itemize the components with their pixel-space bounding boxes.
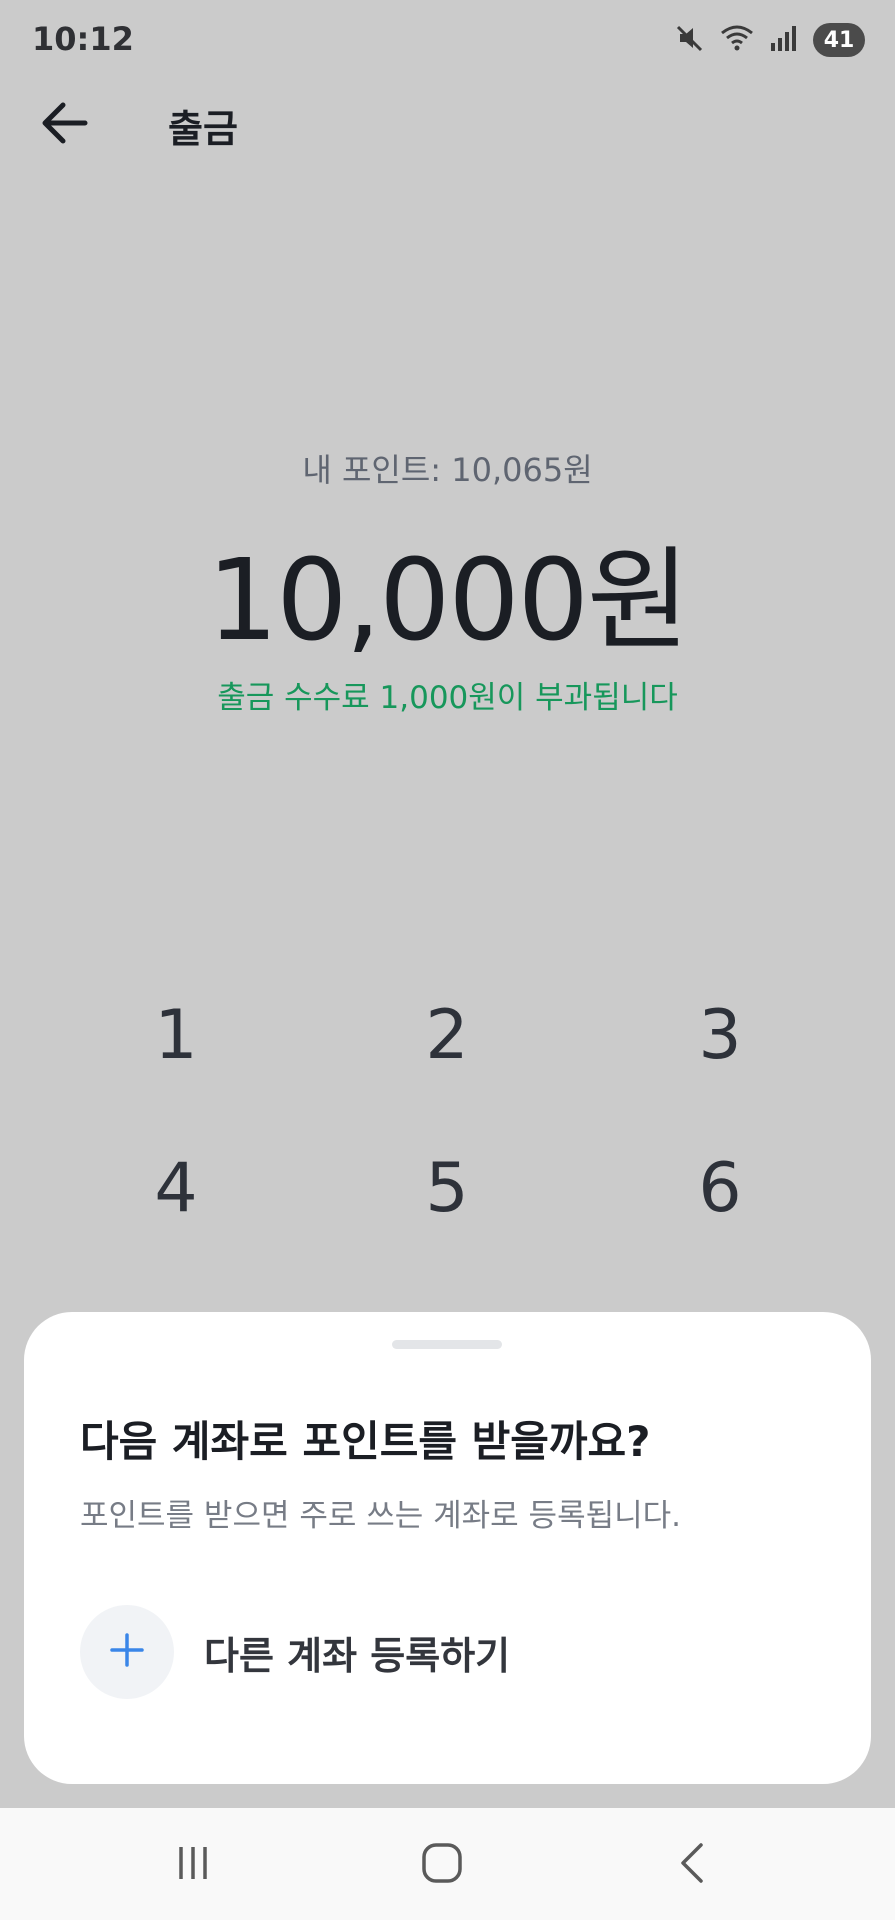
keypad-key-4[interactable]: 4 [76,1133,276,1243]
home-button[interactable] [392,1830,492,1900]
add-account-button[interactable]: 다른 계좌 등록하기 [80,1604,510,1700]
status-bar: 10:12 41 [0,0,895,80]
plus-icon [109,1632,145,1672]
back-icon [673,1841,713,1889]
account-bottom-sheet: 다음 계좌로 포인트를 받을까요? 포인트를 받으면 주로 쓰는 계좌로 등록됩… [24,1312,871,1784]
keypad-key-1[interactable]: 1 [76,980,276,1090]
signal-icon [769,23,799,57]
wifi-icon [719,23,755,57]
keypad-key-2[interactable]: 2 [347,980,547,1090]
sheet-title: 다음 계좌로 포인트를 받을까요? [80,1417,651,1466]
page-title: 출금 [168,107,238,151]
fee-notice: 출금 수수료 1,000원이 부과됩니다 [217,680,678,716]
system-back-button[interactable] [643,1830,743,1900]
keypad-key-6[interactable]: 6 [620,1133,820,1243]
keypad-key-5[interactable]: 5 [347,1133,547,1243]
status-time: 10:12 [32,20,134,58]
sheet-drag-handle[interactable] [392,1340,502,1349]
battery-icon: 41 [813,23,865,57]
recent-apps-button[interactable] [143,1830,243,1900]
recent-apps-icon [173,1843,213,1887]
keypad-key-3[interactable]: 3 [620,980,820,1090]
point-balance: 내 포인트: 10,065원 [302,451,593,489]
status-icons: 41 [675,20,865,60]
add-account-label: 다른 계좌 등록하기 [204,1633,511,1678]
system-nav-bar [0,1808,895,1920]
back-button[interactable] [34,95,94,155]
sheet-subtitle: 포인트를 받으면 주로 쓰는 계좌로 등록됩니다. [80,1498,682,1534]
mute-icon [675,23,705,57]
arrow-left-icon [39,101,89,149]
add-account-icon-circle [80,1605,174,1699]
withdraw-amount: 10,000원 [207,536,690,666]
home-icon [420,1841,464,1889]
